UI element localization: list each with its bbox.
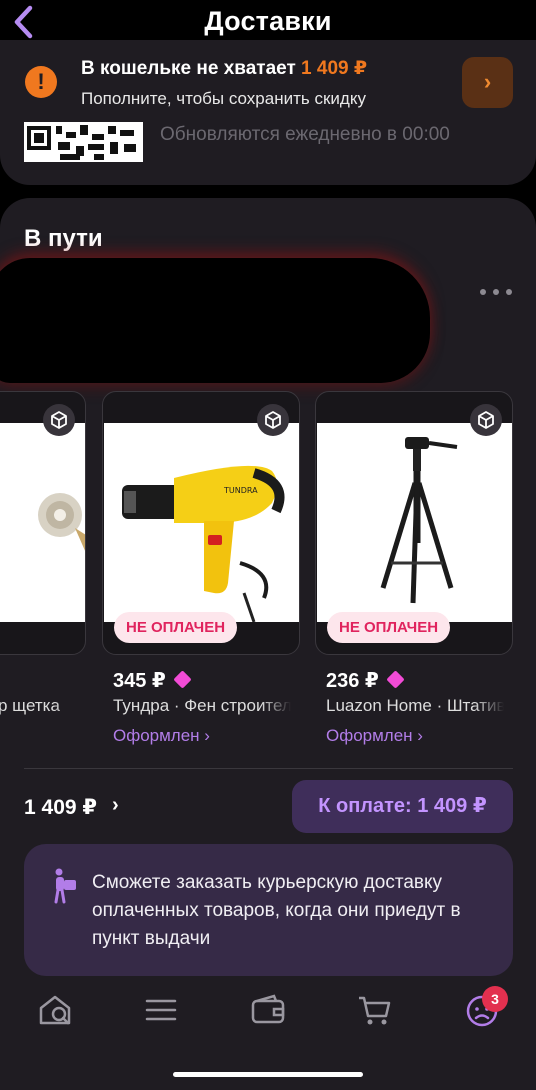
redacted-region	[0, 258, 430, 383]
pay-button[interactable]: К оплате: 1 409 ₽	[292, 780, 513, 833]
home-search-icon[interactable]	[36, 990, 76, 1030]
product-name: Тундра · Фен строительный	[113, 696, 291, 716]
product-card-2[interactable]: TUNDRA НЕ ОПЛАЧЕН	[102, 391, 300, 655]
in-transit-card: В пути р щетка TUNDRA НЕ ОПЛАЧЕН 345 ₽ Т…	[0, 198, 536, 990]
top-up-button[interactable]: ›	[462, 57, 513, 108]
product-image	[0, 423, 85, 622]
catalog-menu-icon[interactable]	[141, 990, 181, 1030]
profile-notification-badge: 3	[482, 986, 508, 1012]
diamond-icon	[386, 670, 405, 689]
product-card-3[interactable]: НЕ ОПЛАЧЕН	[315, 391, 513, 655]
product-name: Luazon Home · Штатив	[326, 696, 504, 716]
product-image: TUNDRA	[104, 423, 299, 622]
wallet-icon[interactable]	[248, 990, 288, 1030]
section-title: В пути	[24, 225, 103, 252]
home-indicator	[173, 1072, 363, 1077]
product-status-link[interactable]: Оформлен ›	[326, 726, 423, 746]
return-box-icon[interactable]	[43, 404, 75, 436]
wallet-warning-amount: 1 409 ₽	[301, 58, 368, 79]
courier-info-text: Сможете заказать курьерскую доставку опл…	[92, 872, 461, 949]
svg-text:TUNDRA: TUNDRA	[223, 486, 258, 495]
courier-info-banner: Сможете заказать курьерскую доставку опл…	[24, 844, 513, 976]
product-image	[317, 423, 512, 622]
page-title: Доставки	[204, 6, 332, 36]
qr-update-hint: Обновляются ежедневно в 00:00	[160, 124, 450, 145]
product-price: 236 ₽	[326, 668, 405, 693]
return-box-icon[interactable]	[257, 404, 289, 436]
divider	[24, 768, 513, 769]
chevron-right-icon: ›	[483, 69, 492, 94]
more-options-icon[interactable]	[478, 284, 514, 298]
return-box-icon[interactable]	[470, 404, 502, 436]
product-name: р щетка	[0, 696, 84, 716]
order-total[interactable]: 1 409 ₽	[24, 795, 97, 820]
product-card-1[interactable]	[0, 391, 86, 655]
courier-icon	[52, 868, 78, 904]
wallet-warning-title: В кошельке не хватает 1 409 ₽	[81, 58, 368, 79]
product-status-link[interactable]: Оформлен ›	[113, 726, 210, 746]
not-paid-badge: НЕ ОПЛАЧЕН	[114, 612, 238, 643]
exclamation-icon: !	[25, 66, 57, 98]
not-paid-badge: НЕ ОПЛАЧЕН	[327, 612, 451, 643]
product-price: 345 ₽	[113, 668, 192, 693]
qr-code[interactable]	[24, 122, 143, 162]
chevron-right-icon[interactable]: ›	[112, 794, 119, 817]
wallet-warning-subtitle: Пополните, чтобы сохранить скидку	[81, 89, 366, 108]
wallet-warning-card: ! В кошельке не хватает 1 409 ₽ Пополнит…	[0, 40, 536, 185]
cart-icon[interactable]	[355, 990, 395, 1030]
diamond-icon	[173, 670, 192, 689]
